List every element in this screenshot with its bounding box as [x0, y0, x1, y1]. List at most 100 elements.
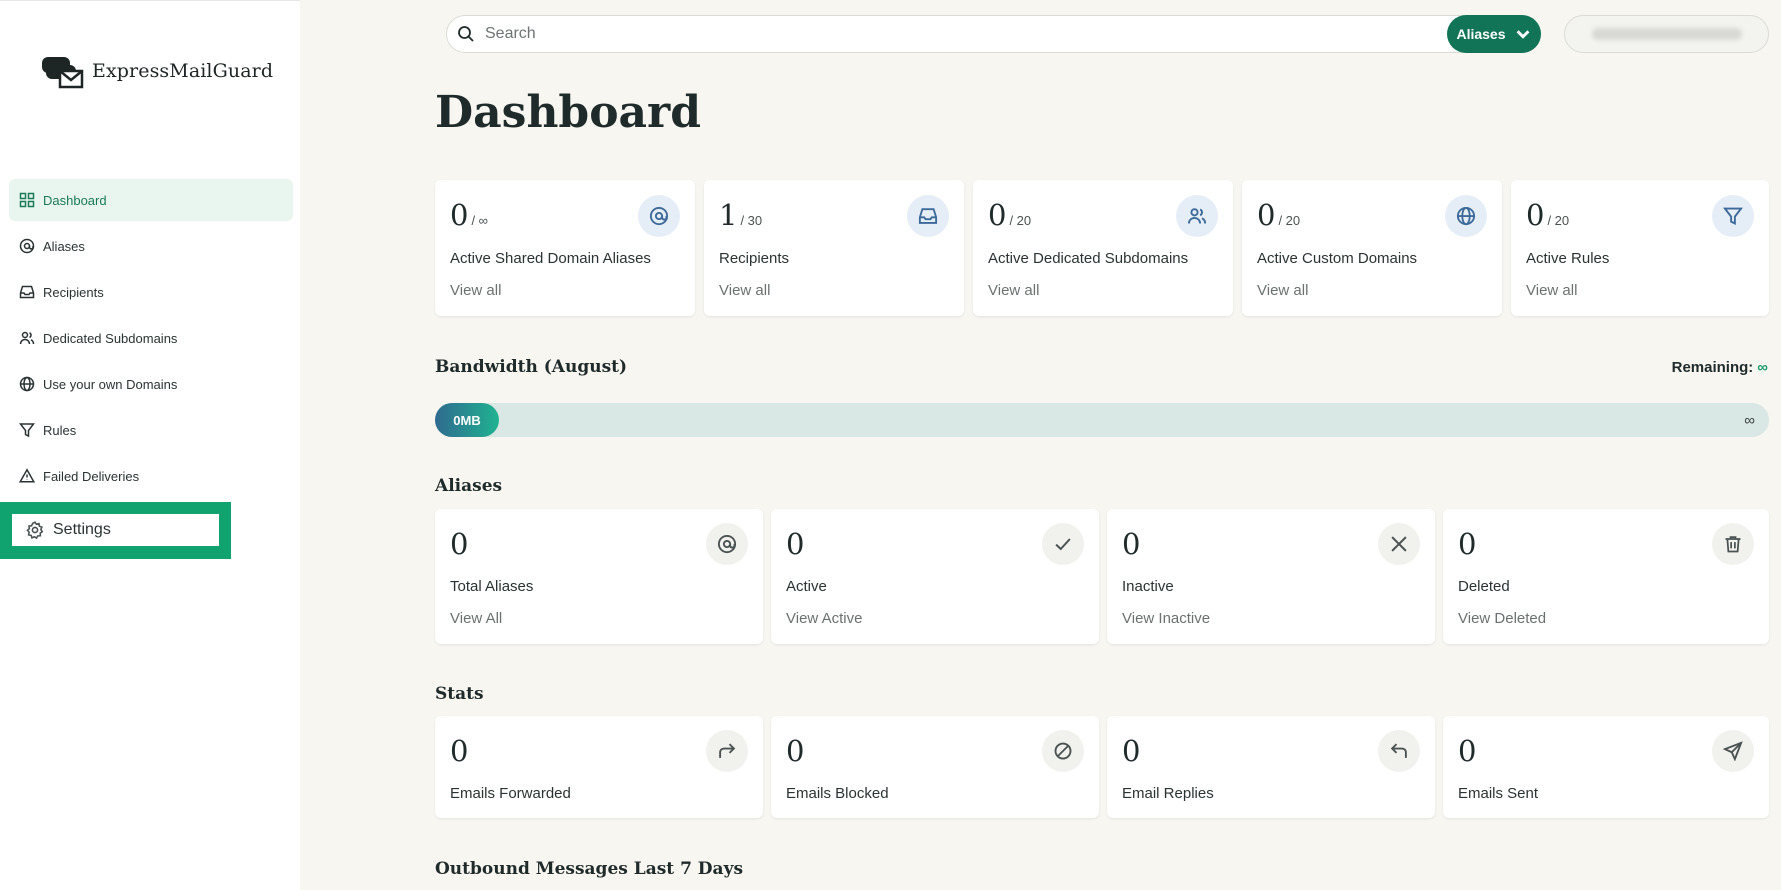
users-icon [1187, 208, 1207, 224]
view-inactive-link[interactable]: View Inactive [1122, 610, 1210, 627]
at-icon [19, 238, 35, 254]
view-all-link[interactable]: View all [1257, 282, 1308, 299]
card-value: 0 [1458, 527, 1477, 561]
remaining-label: Remaining: [1671, 359, 1754, 376]
aliases-section-title: Aliases [435, 476, 503, 496]
card-value-wrap: 0/ 20 [1257, 198, 1300, 232]
card-limit: / 30 [740, 213, 763, 228]
card-icon-badge [1445, 195, 1487, 237]
blocked-icon [1054, 742, 1072, 760]
sidebar-item-label: Dashboard [43, 192, 107, 208]
card-label: Active Dedicated Subdomains [988, 250, 1189, 267]
search-scope-dropdown[interactable]: Aliases [1447, 15, 1541, 53]
card-icon-badge [907, 195, 949, 237]
card-icon-badge [638, 195, 680, 237]
card-value-wrap: 1/ 30 [719, 198, 762, 232]
card-label: Active Rules [1526, 250, 1610, 267]
gear-icon [26, 521, 44, 539]
page-title: Dashboard [435, 87, 701, 138]
view-all-link[interactable]: View all [988, 282, 1039, 299]
sidebar-item-label: Dedicated Subdomains [43, 330, 178, 346]
sidebar-item-dashboard[interactable]: Dashboard [9, 179, 293, 221]
card-icon-badge [706, 730, 748, 772]
user-account-menu[interactable] [1564, 15, 1769, 53]
view-active-link[interactable]: View Active [786, 610, 862, 627]
sidebar-item-label: Use your own Domains [43, 376, 178, 392]
sidebar-item-aliases[interactable]: Aliases [9, 225, 293, 267]
sidebar-item-rules[interactable]: Rules [9, 409, 293, 451]
card-icon-badge [706, 523, 748, 565]
sidebar-item-failed-deliveries[interactable]: Failed Deliveries [9, 455, 293, 497]
search-bar: Aliases [446, 15, 1541, 53]
sidebar-item-label: Aliases [43, 238, 85, 254]
card-icon-badge [1042, 730, 1084, 772]
view-deleted-link[interactable]: View Deleted [1458, 610, 1546, 627]
inbox-icon [19, 285, 35, 299]
users-icon [19, 331, 35, 345]
sidebar-item-label: Failed Deliveries [43, 468, 140, 484]
sidebar-item-dedicated-subdomains[interactable]: Dedicated Subdomains [9, 317, 293, 359]
search-input[interactable] [485, 25, 1385, 43]
card-value: 0 [786, 527, 805, 561]
chevron-down-icon [1516, 30, 1529, 39]
logo-icon [42, 57, 84, 89]
summary-card-custom-domains: 0/ 20 Active Custom Domains View all [1242, 180, 1502, 316]
card-icon-badge [1042, 523, 1084, 565]
card-icon-badge [1712, 195, 1754, 237]
card-value: 0 [1257, 198, 1276, 232]
card-icon-badge [1712, 523, 1754, 565]
card-value-wrap: 0/ 20 [1526, 198, 1569, 232]
card-icon-badge [1378, 730, 1420, 772]
sidebar-item-label: Rules [43, 422, 77, 438]
outbound-section-title: Outbound Messages Last 7 Days [435, 859, 744, 879]
search-icon [458, 26, 474, 42]
stat-card-blocked: 0 Emails Blocked [771, 716, 1099, 818]
settings-highlight: Settings [0, 502, 231, 559]
card-limit: / 20 [1547, 213, 1570, 228]
summary-card-rules: 0/ 20 Active Rules View all [1511, 180, 1769, 316]
card-icon-badge [1176, 195, 1218, 237]
sidebar-nav: Dashboard Aliases Recipients Dedicated S… [9, 179, 293, 501]
card-value: 0 [988, 198, 1007, 232]
globe-icon [1456, 206, 1476, 226]
sidebar-item-recipients[interactable]: Recipients [9, 271, 293, 313]
trash-icon [1725, 536, 1741, 553]
card-icon-badge [1378, 523, 1420, 565]
brand-logo[interactable]: ExpressMailGuard [40, 51, 273, 91]
bandwidth-progress-bar: 0MB ∞ [435, 403, 1769, 437]
alias-card-inactive: 0 Inactive View Inactive [1107, 509, 1435, 644]
card-label: Active Shared Domain Aliases [450, 250, 651, 267]
card-label: Emails Sent [1458, 785, 1539, 802]
card-label: Total Aliases [450, 578, 534, 595]
globe-icon [19, 376, 35, 392]
sidebar: ExpressMailGuard Dashboard Aliases Recip… [0, 0, 300, 890]
settings-label: Settings [53, 521, 111, 538]
view-all-link[interactable]: View all [719, 282, 770, 299]
at-icon [717, 534, 737, 554]
sidebar-item-label: Recipients [43, 284, 104, 300]
sidebar-item-own-domains[interactable]: Use your own Domains [9, 363, 293, 405]
stat-card-replies: 0 Email Replies [1107, 716, 1435, 818]
card-value-wrap: 0/ ∞ [450, 198, 488, 232]
card-limit: / ∞ [471, 213, 488, 228]
card-label: Inactive [1122, 578, 1174, 595]
card-value: 0 [1458, 734, 1477, 768]
card-label: Email Replies [1122, 785, 1214, 802]
at-icon [649, 206, 669, 226]
view-all-link[interactable]: View all [450, 282, 501, 299]
remaining-value: ∞ [1757, 359, 1768, 376]
inbox-icon [918, 208, 938, 224]
card-limit: / 20 [1009, 213, 1032, 228]
reply-icon [1390, 743, 1407, 758]
x-icon [1391, 536, 1407, 552]
card-icon-badge [1712, 730, 1754, 772]
view-all-link[interactable]: View all [1526, 282, 1577, 299]
card-value: 1 [719, 198, 738, 232]
summary-card-shared-aliases: 0/ ∞ Active Shared Domain Aliases View a… [435, 180, 695, 316]
sidebar-item-settings[interactable]: Settings [12, 514, 219, 546]
search-scope-label: Aliases [1456, 26, 1506, 42]
card-label: Recipients [719, 250, 790, 267]
view-all-aliases-link[interactable]: View All [450, 610, 502, 627]
alias-card-active: 0 Active View Active [771, 509, 1099, 644]
check-icon [1055, 538, 1071, 551]
